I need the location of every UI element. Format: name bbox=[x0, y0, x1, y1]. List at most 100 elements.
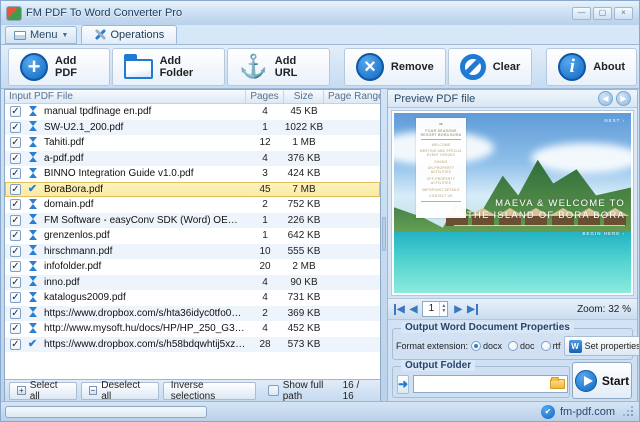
file-size: 452 KB bbox=[284, 323, 324, 334]
file-row[interactable]: ✓grenzenlos.pdf1642 KB bbox=[5, 228, 380, 244]
row-checkbox[interactable]: ✓ bbox=[10, 230, 21, 241]
set-properties-button[interactable]: W Set properties bbox=[564, 336, 640, 356]
menu-button[interactable]: Menu ▼ bbox=[5, 26, 77, 44]
hourglass-bottom bbox=[29, 219, 37, 224]
file-row[interactable]: ✓https://www.dropbox.com/s/hta36idyc0tfo… bbox=[5, 306, 380, 322]
select-all-label: Select all bbox=[30, 380, 69, 402]
row-checkbox[interactable]: ✓ bbox=[10, 246, 21, 257]
cloud-shape bbox=[531, 143, 631, 173]
file-row[interactable]: ✓domain.pdf2752 KB bbox=[5, 197, 380, 213]
row-checkbox[interactable]: ✓ bbox=[10, 292, 21, 303]
format-label-docx: docx bbox=[483, 341, 502, 351]
spin-down-icon[interactable]: ▼ bbox=[441, 309, 446, 314]
file-row[interactable]: ✓http://www.mysoft.hu/docs/HP/HP_250_G3.… bbox=[5, 321, 380, 337]
status-check-icon: ✔ bbox=[541, 405, 555, 419]
pdf-preview-area[interactable]: ❧ FOUR SEASONS RESORT BORA BORA WELCOMEM… bbox=[391, 110, 634, 296]
last-page-icon[interactable]: ▶ bbox=[467, 304, 478, 315]
file-row[interactable]: ✓BINNO Integration Guide v1.0.pdf3424 KB bbox=[5, 166, 380, 182]
file-row[interactable]: ✓SW-U2.1_200.pdf11022 KB bbox=[5, 120, 380, 136]
file-row[interactable]: ✓infofolder.pdf202 MB bbox=[5, 259, 380, 275]
file-pages: 4 bbox=[246, 277, 284, 288]
first-page-icon[interactable]: ◀ bbox=[394, 304, 405, 315]
add-folder-button[interactable]: Add Folder bbox=[112, 48, 226, 86]
tab-bar: Menu ▼ Operations bbox=[1, 25, 639, 45]
file-name: grenzenlos.pdf bbox=[44, 230, 246, 241]
folder-arrow-icon[interactable]: ➜ bbox=[397, 375, 409, 394]
file-row[interactable]: ✓manual tpdfinage en.pdf445 KB bbox=[5, 104, 380, 120]
select-all-button[interactable]: + Select all bbox=[9, 382, 77, 400]
row-checkbox[interactable]: ✓ bbox=[10, 122, 21, 133]
tab-operations[interactable]: Operations bbox=[81, 25, 177, 44]
file-row[interactable]: ✓inno.pdf490 KB bbox=[5, 275, 380, 291]
inverse-selections-button[interactable]: Inverse selections bbox=[163, 382, 256, 400]
hourglass-bottom bbox=[29, 111, 37, 116]
next-file-icon[interactable]: ▶ bbox=[616, 91, 631, 106]
radio-docx[interactable] bbox=[471, 341, 481, 351]
check-icon: ✔ bbox=[27, 183, 38, 195]
row-checkbox[interactable]: ✓ bbox=[10, 215, 21, 226]
file-row[interactable]: ✓✔BoraBora.pdf457 MB bbox=[5, 182, 380, 198]
row-checkbox[interactable]: ✓ bbox=[10, 184, 21, 195]
column-page-range[interactable]: Page Range bbox=[324, 90, 380, 103]
about-button[interactable]: About bbox=[546, 48, 637, 86]
file-row[interactable]: ✓Tahiti.pdf121 MB bbox=[5, 135, 380, 151]
site-link[interactable]: ✔ fm-pdf.com bbox=[541, 405, 633, 419]
maximize-icon[interactable]: ▢ bbox=[593, 7, 612, 20]
show-full-path-option[interactable]: Show full path bbox=[268, 380, 343, 402]
start-button[interactable]: Start bbox=[572, 362, 632, 399]
inverse-selections-label: Inverse selections bbox=[171, 380, 248, 402]
hourglass-bottom bbox=[29, 173, 37, 178]
column-pages[interactable]: Pages bbox=[246, 90, 284, 103]
resize-grip-icon[interactable] bbox=[625, 408, 633, 416]
info-circle-icon bbox=[558, 53, 586, 81]
page-number-spinner[interactable]: 1 ▲ ▼ bbox=[422, 301, 448, 317]
radio-doc[interactable] bbox=[508, 341, 518, 351]
row-checkbox[interactable]: ✓ bbox=[10, 168, 21, 179]
file-size: 376 KB bbox=[284, 153, 324, 164]
remove-button[interactable]: Remove bbox=[344, 48, 446, 86]
file-row[interactable]: ✓✔https://www.dropbox.com/s/h58bdqwhtij5… bbox=[5, 337, 380, 353]
row-checkbox[interactable]: ✓ bbox=[10, 323, 21, 334]
deselect-all-button[interactable]: − Deselect all bbox=[81, 382, 159, 400]
hourglass-icon bbox=[27, 276, 38, 288]
file-row[interactable]: ✓a-pdf.pdf4376 KB bbox=[5, 151, 380, 167]
minimize-icon[interactable]: — bbox=[572, 7, 591, 20]
hourglass-icon bbox=[27, 245, 38, 257]
add-url-button[interactable]: Add URL bbox=[227, 48, 330, 86]
hourglass-bottom bbox=[29, 266, 37, 271]
close-icon[interactable]: × bbox=[614, 7, 633, 20]
show-full-path-checkbox[interactable] bbox=[268, 385, 279, 396]
next-page-icon[interactable]: ▶ bbox=[454, 304, 462, 315]
file-name: inno.pdf bbox=[44, 277, 246, 288]
row-checkbox[interactable]: ✓ bbox=[10, 261, 21, 272]
format-option-rtf[interactable]: rtf bbox=[541, 341, 561, 351]
file-name: BINNO Integration Guide v1.0.pdf bbox=[44, 168, 246, 179]
splitter-grip-icon[interactable] bbox=[382, 217, 386, 251]
row-checkbox[interactable]: ✓ bbox=[10, 199, 21, 210]
format-option-doc[interactable]: doc bbox=[508, 341, 535, 351]
page-number-value[interactable]: 1 bbox=[423, 302, 439, 316]
file-row[interactable]: ✓FM Software - easyConv SDK (Word) OEM L… bbox=[5, 213, 380, 229]
column-size[interactable]: Size bbox=[284, 90, 324, 103]
previous-page-icon[interactable]: ◀ bbox=[410, 304, 418, 315]
row-checkbox[interactable]: ✓ bbox=[10, 137, 21, 148]
file-row[interactable]: ✓katalogus2009.pdf4731 KB bbox=[5, 290, 380, 306]
format-option-docx[interactable]: docx bbox=[471, 341, 502, 351]
row-checkbox[interactable]: ✓ bbox=[10, 106, 21, 117]
headline-line1: MAEVA & WELCOME TO bbox=[454, 198, 625, 210]
clear-button[interactable]: Clear bbox=[448, 48, 533, 86]
browse-folder-icon[interactable] bbox=[550, 379, 565, 389]
folder-icon bbox=[124, 59, 153, 79]
row-checkbox[interactable]: ✓ bbox=[10, 153, 21, 164]
window-controls: — ▢ × bbox=[572, 7, 633, 20]
add-pdf-button[interactable]: Add PDF bbox=[8, 48, 110, 86]
column-input-pdf-file[interactable]: Input PDF File bbox=[5, 90, 246, 103]
radio-rtf[interactable] bbox=[541, 341, 551, 351]
previous-file-icon[interactable]: ◀ bbox=[598, 91, 613, 106]
output-path-input[interactable] bbox=[416, 377, 548, 391]
file-row[interactable]: ✓hirschmann.pdf10555 KB bbox=[5, 244, 380, 260]
row-checkbox[interactable]: ✓ bbox=[10, 308, 21, 319]
row-checkbox[interactable]: ✓ bbox=[10, 339, 21, 350]
file-pages: 4 bbox=[246, 153, 284, 164]
row-checkbox[interactable]: ✓ bbox=[10, 277, 21, 288]
